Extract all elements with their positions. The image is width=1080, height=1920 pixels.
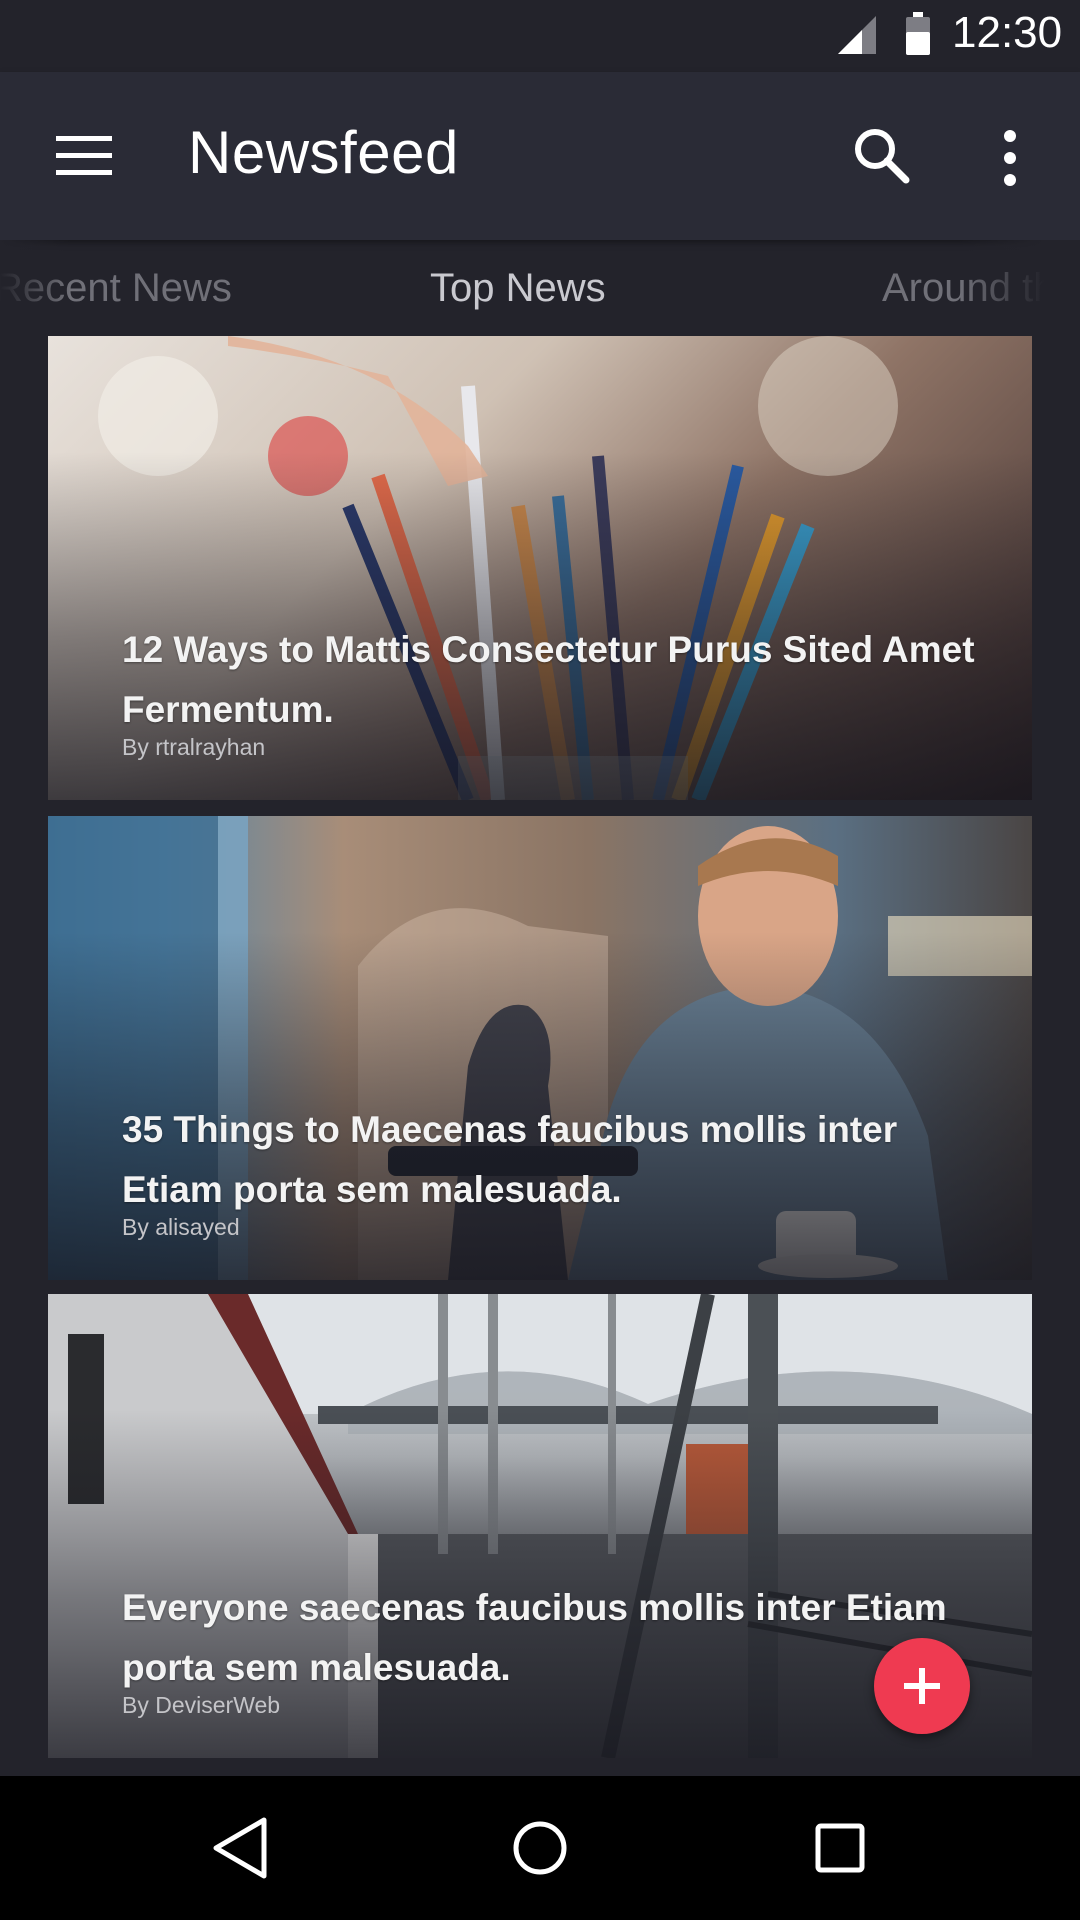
article-headline: Everyone saecenas faucibus mollis inter … bbox=[122, 1587, 947, 1688]
article-byline: By DeviserWeb bbox=[122, 1692, 281, 1718]
signal-icon bbox=[838, 16, 876, 54]
tab-fade-left bbox=[0, 240, 70, 336]
article-headline: 35 Things to Maecenas faucibus mollis in… bbox=[122, 1109, 898, 1210]
article-card[interactable]: 12 Ways to Mattis Consectetur Purus Site… bbox=[48, 336, 1032, 800]
article-card[interactable]: 35 Things to Maecenas faucibus mollis in… bbox=[48, 816, 1032, 1280]
search-icon[interactable] bbox=[850, 124, 914, 188]
tab-top-news[interactable]: Top News bbox=[430, 266, 606, 311]
back-icon[interactable] bbox=[210, 1816, 270, 1880]
article-byline: By rtralrayhan bbox=[122, 734, 266, 760]
battery-icon bbox=[906, 12, 930, 55]
menu-icon[interactable] bbox=[56, 132, 112, 180]
article-headline: 12 Ways to Mattis Consectetur Purus Site… bbox=[122, 629, 975, 730]
navigation-bar bbox=[0, 1776, 1080, 1920]
page-title: Newsfeed bbox=[188, 119, 459, 186]
add-button[interactable] bbox=[874, 1638, 970, 1734]
status-time: 12:30 bbox=[952, 8, 1063, 57]
status-bar: 12:30 bbox=[0, 0, 1080, 72]
article-byline: By alisayed bbox=[122, 1214, 240, 1240]
home-icon[interactable] bbox=[512, 1816, 568, 1880]
tab-bar: Recent News Top News Around the World bbox=[0, 240, 1080, 336]
more-vert-icon[interactable] bbox=[996, 128, 1024, 188]
app-bar: Newsfeed bbox=[0, 72, 1080, 240]
recents-icon[interactable] bbox=[814, 1816, 866, 1880]
tab-fade-right bbox=[960, 240, 1080, 336]
plus-icon bbox=[904, 1668, 940, 1704]
